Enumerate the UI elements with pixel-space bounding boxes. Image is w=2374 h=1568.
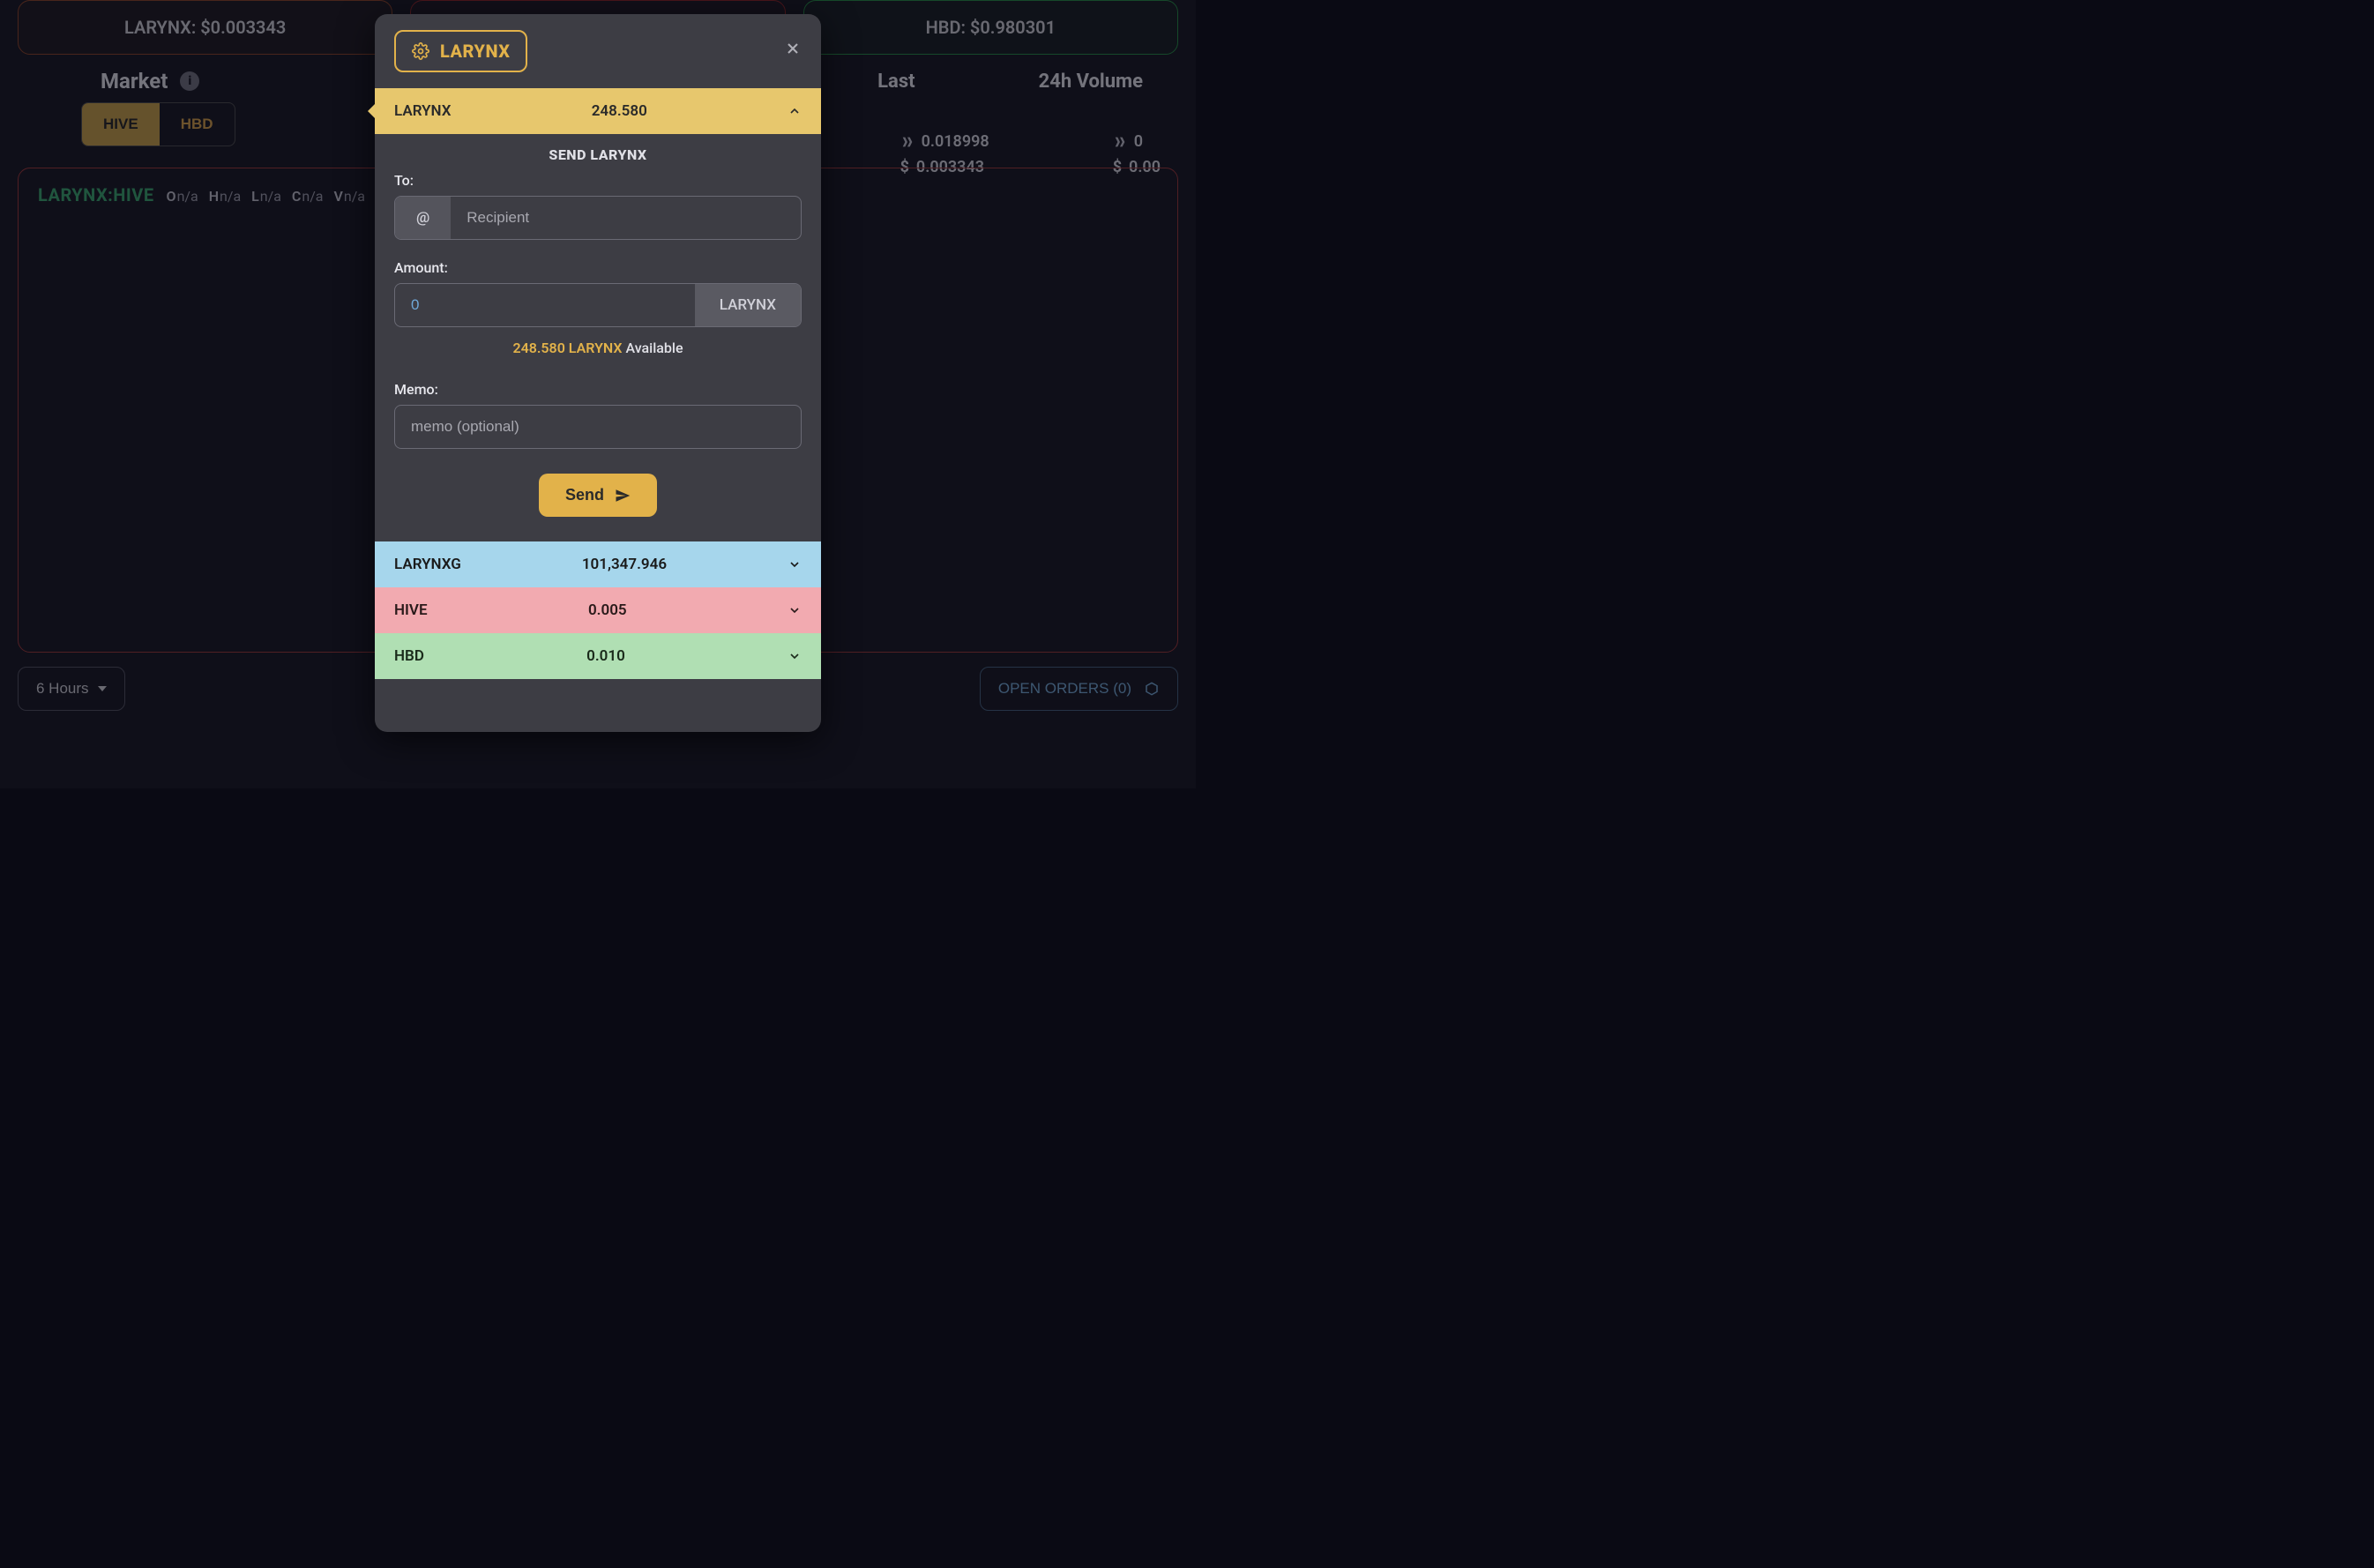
send-button-label: Send — [565, 486, 604, 504]
amount-label: Amount: — [394, 259, 802, 276]
to-label: To: — [394, 172, 802, 189]
close-button[interactable] — [784, 39, 802, 63]
amount-group: LARYNX — [394, 283, 802, 327]
recipient-input[interactable] — [451, 197, 801, 239]
recipient-group: @ — [394, 196, 802, 240]
send-title: SEND LARYNX — [394, 146, 802, 163]
memo-input[interactable] — [395, 406, 801, 448]
accordion-larynxg-name: LARYNXG — [394, 556, 461, 573]
send-button[interactable]: Send — [539, 474, 657, 517]
available-amount[interactable]: 248.580 LARYNX — [512, 340, 622, 356]
accordion-hive-balance: 0.005 — [588, 601, 627, 619]
gear-icon — [412, 42, 429, 60]
memo-label: Memo: — [394, 381, 802, 398]
accordion-larynxg-balance: 101,347.946 — [582, 556, 667, 573]
token-badge: LARYNX — [394, 30, 527, 72]
memo-group — [394, 405, 802, 449]
chevron-down-icon — [788, 557, 802, 571]
wallet-modal: LARYNX LARYNX 248.580 SEND LARYNX To: @ … — [375, 14, 821, 732]
accordion-hbd-balance: 0.010 — [586, 647, 625, 665]
paper-plane-icon — [615, 488, 631, 504]
available-suffix: Available — [623, 340, 683, 356]
accordion-larynx-name: LARYNX — [394, 102, 451, 120]
amount-input[interactable] — [395, 284, 695, 326]
accordion-hive[interactable]: HIVE 0.005 — [375, 587, 821, 633]
token-badge-label: LARYNX — [440, 41, 510, 62]
accordion-hive-name: HIVE — [394, 601, 428, 619]
accordion-larynx[interactable]: LARYNX 248.580 — [375, 88, 821, 134]
modal-overlay[interactable]: LARYNX LARYNX 248.580 SEND LARYNX To: @ … — [0, 0, 1196, 788]
chevron-down-icon — [788, 649, 802, 663]
send-panel: SEND LARYNX To: @ Amount: LARYNX 248.580… — [375, 134, 821, 541]
amount-unit: LARYNX — [695, 284, 801, 326]
accordion-hbd[interactable]: HBD 0.010 — [375, 633, 821, 679]
accordion-larynx-balance: 248.580 — [592, 102, 647, 120]
chevron-up-icon — [788, 104, 802, 118]
at-prefix: @ — [395, 197, 451, 239]
chevron-down-icon — [788, 603, 802, 617]
accordion-hbd-name: HBD — [394, 647, 424, 665]
accordion-larynxg[interactable]: LARYNXG 101,347.946 — [375, 541, 821, 587]
close-icon — [784, 40, 802, 57]
available-line: 248.580 LARYNX Available — [394, 340, 802, 356]
